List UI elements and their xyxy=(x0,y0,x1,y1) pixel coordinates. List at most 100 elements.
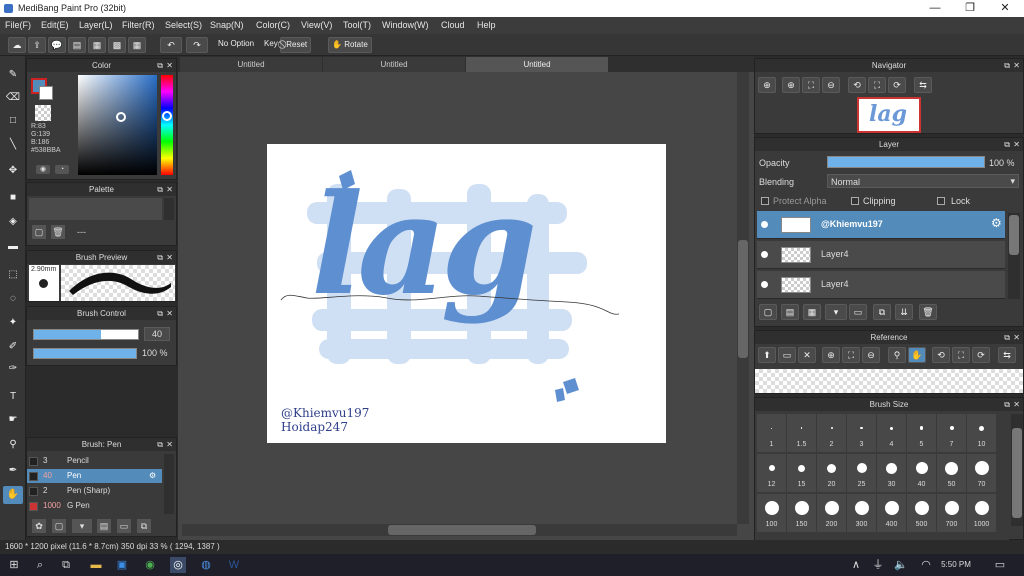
eraser-tool-icon[interactable]: ⌫ xyxy=(3,89,23,107)
brush-size-option[interactable]: 1.5 xyxy=(787,414,816,452)
protect-alpha-checkbox[interactable] xyxy=(761,197,769,205)
brush-size-option[interactable]: 500 xyxy=(907,494,936,532)
operation-tool-icon[interactable]: ☛ xyxy=(3,411,23,429)
open-folder-icon[interactable]: ▭ xyxy=(778,347,796,363)
menu-select[interactable]: Select(S) xyxy=(165,17,202,34)
undock-icon[interactable]: ⧉ xyxy=(1004,398,1010,411)
brush-size-option[interactable]: 15 xyxy=(787,454,816,492)
flip-icon[interactable]: ⇆ xyxy=(914,77,932,93)
horizontal-scrollbar[interactable] xyxy=(182,524,737,536)
word-icon[interactable]: W xyxy=(226,557,242,573)
brush-size-option[interactable]: 20 xyxy=(817,454,846,492)
messenger-icon[interactable]: ◍ xyxy=(198,557,214,573)
close-button[interactable]: ✕ xyxy=(990,0,1020,17)
brush-size-option[interactable]: 4 xyxy=(877,414,906,452)
undock-icon[interactable]: ⧉ xyxy=(157,438,163,451)
text-tool-icon[interactable]: T xyxy=(3,388,23,406)
blending-select[interactable]: Normal ▾ xyxy=(827,174,1019,188)
delete-palette-icon[interactable]: 🗑 xyxy=(51,225,65,239)
tab-untitled-1[interactable]: Untitled xyxy=(180,57,322,72)
brush-size-option[interactable]: 200 xyxy=(817,494,846,532)
close-icon[interactable]: ✕ xyxy=(166,251,173,264)
zoom-in-icon[interactable]: ⊕ xyxy=(782,77,800,93)
close-icon[interactable]: ✕ xyxy=(166,183,173,196)
lock-checkbox[interactable] xyxy=(937,197,945,205)
cloud-icon[interactable]: ☁ xyxy=(8,37,26,53)
flip-icon[interactable]: ⇆ xyxy=(998,347,1016,363)
duplicate-icon[interactable]: ⧉ xyxy=(137,519,151,533)
brush-size-option[interactable]: 2 xyxy=(817,414,846,452)
brush-size-option[interactable]: 12 xyxy=(757,454,786,492)
brush-item-g-pen[interactable]: 1000 G Pen xyxy=(27,499,162,513)
navigator-thumbnail[interactable]: lag xyxy=(857,97,921,133)
layer-row[interactable]: Layer4 xyxy=(757,241,1005,269)
close-icon[interactable]: ✕ xyxy=(1013,138,1020,151)
clipping-checkbox[interactable] xyxy=(851,197,859,205)
network-icon[interactable]: ⏚ xyxy=(870,557,886,573)
add-brush-icon[interactable]: ✿ xyxy=(32,519,46,533)
reference-view[interactable] xyxy=(755,369,1023,393)
hand-tool-icon[interactable]: ✋ xyxy=(3,486,23,504)
file-explorer-icon[interactable]: ▬ xyxy=(88,557,104,573)
select-pen-icon[interactable]: ✐ xyxy=(3,338,23,356)
new-brush-icon[interactable]: ▢ xyxy=(52,519,66,533)
volume-icon[interactable]: 🔈 xyxy=(893,557,909,573)
brush-size-option[interactable]: 700 xyxy=(937,494,966,532)
clock[interactable]: 5:50 PM xyxy=(930,557,982,573)
close-icon[interactable]: ✕ xyxy=(1013,398,1020,411)
close-icon[interactable]: ✕ xyxy=(166,59,173,72)
rotate-right-icon[interactable]: ⟳ xyxy=(972,347,990,363)
lasso-tool-icon[interactable]: ◌ xyxy=(3,290,23,308)
new-layer-icon[interactable]: ▢ xyxy=(759,304,777,320)
drawing-canvas[interactable]: lag @Khiemvu197 Hoidap247 xyxy=(267,144,666,443)
zoom-out-icon[interactable]: ⊖ xyxy=(862,347,880,363)
store-icon[interactable]: ▣ xyxy=(114,557,130,573)
undock-icon[interactable]: ⧉ xyxy=(1004,331,1010,344)
brush-item-pen-sharp[interactable]: 2 Pen (Sharp) xyxy=(27,484,162,498)
line-tool-icon[interactable]: ╲ xyxy=(3,136,23,154)
rotate-left-icon[interactable]: ⟲ xyxy=(848,77,866,93)
brush-size-option[interactable]: 50 xyxy=(937,454,966,492)
redo-icon[interactable]: ↷ xyxy=(186,37,208,53)
menu-snap[interactable]: Snap(N) xyxy=(210,17,244,34)
layer-opacity-slider[interactable] xyxy=(827,156,985,168)
menu-cloud[interactable]: Cloud xyxy=(441,17,465,34)
menu-filter[interactable]: Filter(R) xyxy=(122,17,155,34)
minimize-button[interactable]: — xyxy=(920,0,950,17)
share-icon[interactable]: ⇪ xyxy=(28,37,46,53)
task-view-icon[interactable]: ⧉ xyxy=(58,557,74,573)
fit-window-icon[interactable]: ⛶ xyxy=(842,347,860,363)
windows-start-icon[interactable]: ⊞ xyxy=(6,557,22,573)
menu-tool[interactable]: Tool(T) xyxy=(343,17,371,34)
zoom-in-icon[interactable]: ⊕ xyxy=(822,347,840,363)
horizontal-scroll-thumb[interactable] xyxy=(388,525,536,535)
brush-copy-icon[interactable]: ▤ xyxy=(97,519,111,533)
eyedropper-icon[interactable]: ⚲ xyxy=(3,436,23,454)
brush-size-option[interactable]: 5 xyxy=(907,414,936,452)
brush-size-option[interactable]: 300 xyxy=(847,494,876,532)
duplicate-layer-icon[interactable]: ⧉ xyxy=(873,304,891,320)
brush-size-option[interactable]: 7 xyxy=(937,414,966,452)
close-icon[interactable]: ✕ xyxy=(1013,59,1020,72)
brush-item-pen[interactable]: 40 Pen ⚙ xyxy=(27,469,162,483)
gear-icon[interactable]: ⚙ xyxy=(149,469,156,483)
undock-icon[interactable]: ⧉ xyxy=(157,307,163,320)
brush-size-option[interactable]: 25 xyxy=(847,454,876,492)
hand-icon[interactable]: ✋ xyxy=(908,347,926,363)
layer-scroll-thumb[interactable] xyxy=(1009,215,1019,255)
undo-icon[interactable]: ↶ xyxy=(160,37,182,53)
palette-area[interactable] xyxy=(29,198,162,220)
new-layer-8bit-icon[interactable]: ▤ xyxy=(781,304,799,320)
chrome-icon[interactable]: ◉ xyxy=(142,557,158,573)
brush-size-option[interactable]: 70 xyxy=(967,454,996,492)
merge-layer-icon[interactable]: ⇊ xyxy=(895,304,913,320)
brush-size-option[interactable]: 100 xyxy=(757,494,786,532)
undock-icon[interactable]: ⧉ xyxy=(157,59,163,72)
menu-color[interactable]: Color(C) xyxy=(256,17,290,34)
notification-icon[interactable]: ▭ xyxy=(992,557,1008,573)
visibility-icon[interactable] xyxy=(761,251,768,258)
menu-view[interactable]: View(V) xyxy=(301,17,332,34)
cloud-import-icon[interactable]: ⬆ xyxy=(758,347,776,363)
brush-size-option[interactable]: 40 xyxy=(907,454,936,492)
dot-tool-icon[interactable]: □ xyxy=(3,112,23,130)
